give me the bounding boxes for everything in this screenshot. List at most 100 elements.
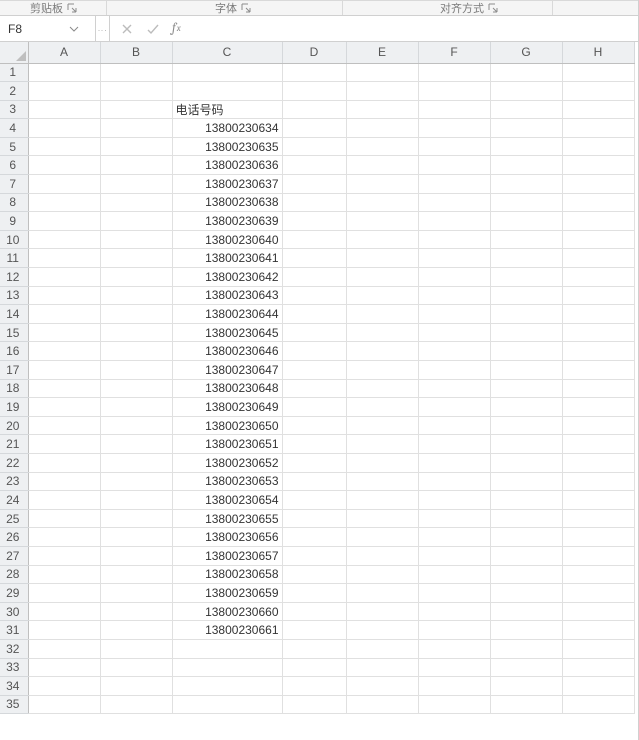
cell-H12[interactable] (562, 268, 634, 287)
column-header-F[interactable]: F (418, 42, 490, 63)
cell-B32[interactable] (100, 639, 172, 658)
cell-E26[interactable] (346, 528, 418, 547)
cell-D13[interactable] (282, 286, 346, 305)
cell-D11[interactable] (282, 249, 346, 268)
ribbon-group-clipboard[interactable]: 剪贴板 (30, 1, 77, 15)
cell-A17[interactable] (28, 361, 100, 380)
fx-icon[interactable]: fx (170, 16, 189, 41)
row-header-2[interactable]: 2 (0, 82, 28, 101)
cell-C18[interactable]: 13800230648 (172, 379, 282, 398)
row-header-31[interactable]: 31 (0, 621, 28, 640)
cell-C14[interactable]: 13800230644 (172, 305, 282, 324)
cell-A23[interactable] (28, 472, 100, 491)
worksheet-grid[interactable]: ABCDEFGH 123电话号码413800230634513800230635… (0, 42, 638, 740)
chevron-down-icon[interactable] (66, 21, 82, 37)
cell-B26[interactable] (100, 528, 172, 547)
formula-input[interactable] (189, 16, 638, 41)
cell-D25[interactable] (282, 509, 346, 528)
cell-D32[interactable] (282, 639, 346, 658)
cell-C17[interactable]: 13800230647 (172, 361, 282, 380)
cell-E6[interactable] (346, 156, 418, 175)
cell-F13[interactable] (418, 286, 490, 305)
cell-D8[interactable] (282, 193, 346, 212)
cell-F19[interactable] (418, 398, 490, 417)
cell-H30[interactable] (562, 602, 634, 621)
cell-E28[interactable] (346, 565, 418, 584)
cell-D4[interactable] (282, 119, 346, 138)
cell-H4[interactable] (562, 119, 634, 138)
cell-C20[interactable]: 13800230650 (172, 416, 282, 435)
cell-F11[interactable] (418, 249, 490, 268)
cell-F2[interactable] (418, 82, 490, 101)
cell-C9[interactable]: 13800230639 (172, 212, 282, 231)
row-header-6[interactable]: 6 (0, 156, 28, 175)
row-header-32[interactable]: 32 (0, 639, 28, 658)
cell-A24[interactable] (28, 491, 100, 510)
row-header-18[interactable]: 18 (0, 379, 28, 398)
cell-D27[interactable] (282, 546, 346, 565)
row-header-13[interactable]: 13 (0, 286, 28, 305)
cell-A12[interactable] (28, 268, 100, 287)
cell-G33[interactable] (490, 658, 562, 677)
cell-E24[interactable] (346, 491, 418, 510)
cell-D29[interactable] (282, 584, 346, 603)
cell-G17[interactable] (490, 361, 562, 380)
cell-H7[interactable] (562, 175, 634, 194)
row-header-20[interactable]: 20 (0, 416, 28, 435)
cell-E3[interactable] (346, 100, 418, 119)
cell-H9[interactable] (562, 212, 634, 231)
cell-H15[interactable] (562, 323, 634, 342)
cell-H27[interactable] (562, 546, 634, 565)
cell-G19[interactable] (490, 398, 562, 417)
cell-G22[interactable] (490, 453, 562, 472)
column-header-H[interactable]: H (562, 42, 634, 63)
cell-B13[interactable] (100, 286, 172, 305)
cell-D21[interactable] (282, 435, 346, 454)
cell-F17[interactable] (418, 361, 490, 380)
cell-H18[interactable] (562, 379, 634, 398)
cell-A18[interactable] (28, 379, 100, 398)
cell-B17[interactable] (100, 361, 172, 380)
cell-G18[interactable] (490, 379, 562, 398)
cell-G26[interactable] (490, 528, 562, 547)
cell-F30[interactable] (418, 602, 490, 621)
row-header-9[interactable]: 9 (0, 212, 28, 231)
cell-H19[interactable] (562, 398, 634, 417)
name-box-input[interactable] (6, 21, 66, 37)
cell-B2[interactable] (100, 82, 172, 101)
cell-A6[interactable] (28, 156, 100, 175)
cell-D22[interactable] (282, 453, 346, 472)
cell-A13[interactable] (28, 286, 100, 305)
cell-F9[interactable] (418, 212, 490, 231)
cell-C27[interactable]: 13800230657 (172, 546, 282, 565)
cell-A19[interactable] (28, 398, 100, 417)
cell-D18[interactable] (282, 379, 346, 398)
cell-G30[interactable] (490, 602, 562, 621)
cell-D9[interactable] (282, 212, 346, 231)
cell-D19[interactable] (282, 398, 346, 417)
cell-B5[interactable] (100, 137, 172, 156)
cell-B34[interactable] (100, 677, 172, 696)
cell-A32[interactable] (28, 639, 100, 658)
cell-F23[interactable] (418, 472, 490, 491)
cell-H8[interactable] (562, 193, 634, 212)
cell-F8[interactable] (418, 193, 490, 212)
cell-H24[interactable] (562, 491, 634, 510)
cell-E4[interactable] (346, 119, 418, 138)
cell-H6[interactable] (562, 156, 634, 175)
dialog-launcher-icon[interactable] (67, 3, 77, 13)
cell-H3[interactable] (562, 100, 634, 119)
cell-D1[interactable] (282, 63, 346, 82)
cell-C26[interactable]: 13800230656 (172, 528, 282, 547)
column-header-A[interactable]: A (28, 42, 100, 63)
cell-B21[interactable] (100, 435, 172, 454)
cell-B12[interactable] (100, 268, 172, 287)
cancel-icon[interactable] (120, 22, 134, 36)
cell-F15[interactable] (418, 323, 490, 342)
row-header-33[interactable]: 33 (0, 658, 28, 677)
cell-E20[interactable] (346, 416, 418, 435)
cell-F12[interactable] (418, 268, 490, 287)
cell-B24[interactable] (100, 491, 172, 510)
cell-E30[interactable] (346, 602, 418, 621)
cell-B4[interactable] (100, 119, 172, 138)
